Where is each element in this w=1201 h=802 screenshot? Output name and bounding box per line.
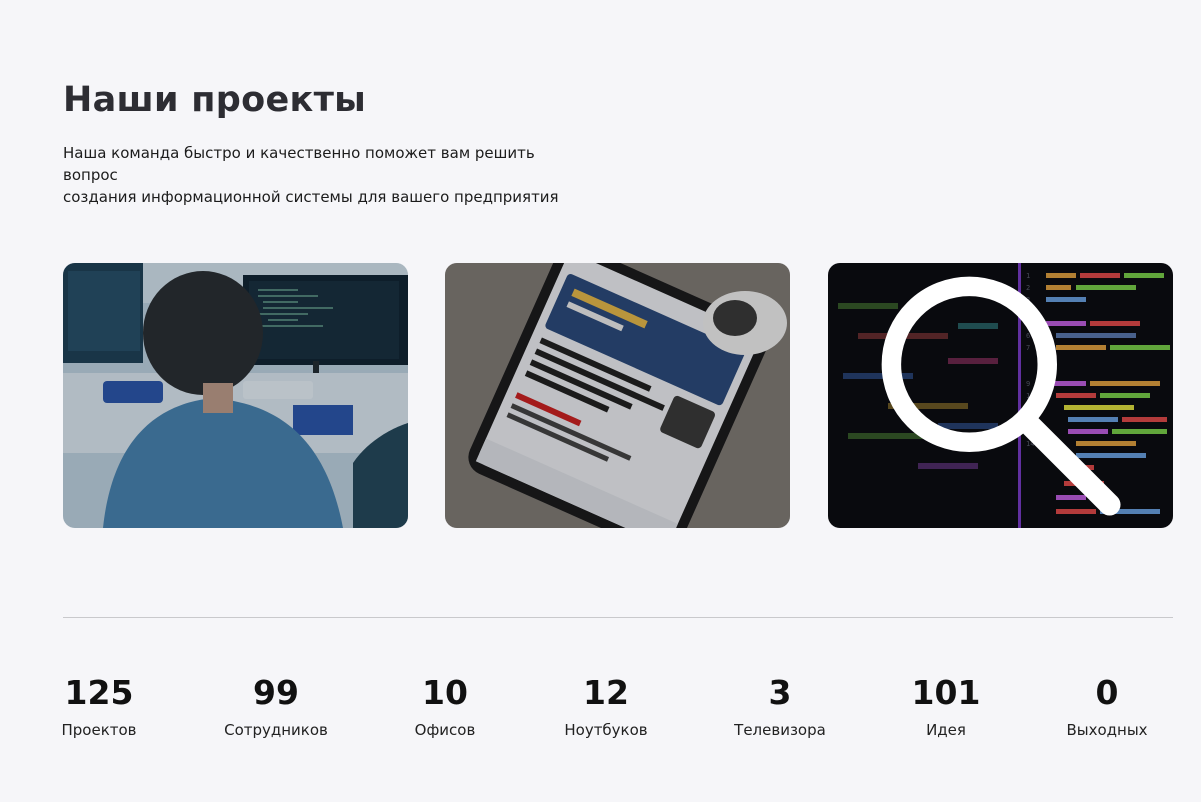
stat-projects: 125 Проектов: [29, 672, 169, 740]
subtitle-line-2: создания информационной системы для ваше…: [63, 188, 559, 206]
stat-employees: 99 Сотрудников: [206, 672, 346, 740]
stat-ideas: 101 Идея: [876, 672, 1016, 740]
developer-photo: [63, 263, 408, 528]
project-card-1[interactable]: [63, 263, 408, 528]
page-title: Наши проекты: [63, 80, 367, 120]
search-icon: [881, 276, 1121, 516]
stat-label: Сотрудников: [224, 721, 328, 739]
smartphone-photo: [445, 263, 790, 528]
stat-label: Ноутбуков: [564, 721, 648, 739]
stat-label: Выходных: [1066, 721, 1148, 739]
stat-value: 125: [64, 673, 134, 712]
project-card-2[interactable]: [445, 263, 790, 528]
stat-value: 99: [253, 673, 299, 712]
stat-label: Офисов: [414, 721, 476, 739]
stat-days-off: 0 Выходных: [1037, 672, 1177, 740]
stat-laptops: 12 Ноутбуков: [536, 672, 676, 740]
stat-label: Проектов: [61, 721, 137, 739]
stat-label: Телевизора: [734, 721, 826, 739]
stat-offices: 10 Офисов: [375, 672, 515, 740]
projects-section: Наши проекты Наша команда быстро и качес…: [0, 0, 1201, 802]
section-divider: [63, 617, 1173, 618]
page-subtitle: Наша команда быстро и качественно поможе…: [63, 142, 593, 208]
project-card-3[interactable]: 123 567 91011 121314: [828, 263, 1173, 528]
stat-value: 101: [911, 673, 981, 712]
stat-value: 10: [422, 673, 468, 712]
zoom-overlay[interactable]: [828, 263, 1173, 528]
subtitle-line-1: Наша команда быстро и качественно поможе…: [63, 144, 535, 184]
stat-label: Идея: [926, 721, 966, 739]
stat-value: 3: [768, 673, 792, 712]
stat-value: 12: [583, 673, 629, 712]
stat-tvs: 3 Телевизора: [710, 672, 850, 740]
stat-value: 0: [1095, 673, 1119, 712]
